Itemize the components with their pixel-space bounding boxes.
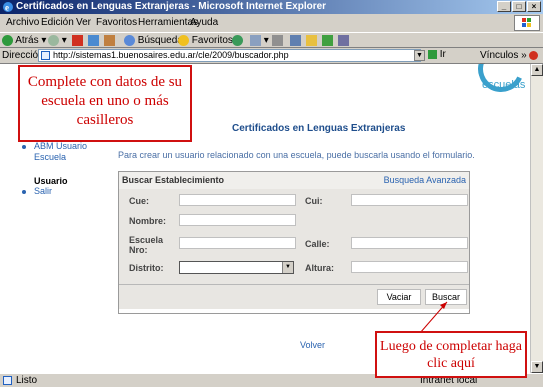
- address-dropdown-button[interactable]: ▼: [414, 50, 425, 61]
- status-text: Listo: [16, 375, 38, 386]
- page-title: Certificados en Lenguas Extranjeras: [232, 123, 406, 134]
- star-icon: [178, 34, 189, 46]
- intro-text: Para crear un usuario relacionado con un…: [118, 150, 475, 160]
- altura-input[interactable]: [351, 261, 468, 273]
- messenger-button[interactable]: [322, 34, 333, 47]
- address-input[interactable]: http://sistemas1.buenosaires.edu.ar/cle/…: [38, 49, 421, 62]
- menu-bar: Archivo Edición Ver Favoritos Herramient…: [0, 14, 543, 32]
- maximize-button[interactable]: □: [512, 1, 526, 12]
- back-arrow-icon: [2, 34, 13, 46]
- back-button[interactable]: Atrás ▾: [2, 34, 46, 47]
- nav-bullet-icon: [22, 145, 26, 149]
- ie-icon: e: [3, 2, 13, 13]
- minimize-button[interactable]: _: [497, 1, 511, 12]
- go-arrow-icon: [428, 49, 437, 59]
- distrito-label: Distrito:: [129, 263, 164, 273]
- menu-edicion[interactable]: Edición: [41, 16, 74, 30]
- distrito-select[interactable]: ▼: [179, 261, 294, 274]
- callout-fill-fields: Complete con datos de su escuela en uno …: [18, 65, 192, 142]
- window-title: Certificados en Lenguas Extranjeras - Mi…: [16, 1, 327, 12]
- scroll-up-arrow-icon[interactable]: ▲: [531, 64, 543, 76]
- search-panel-footer: Vaciar Buscar: [119, 284, 469, 309]
- status-page-icon: [3, 375, 12, 386]
- callout-click-search: Luego de completar haga clic aquí: [375, 331, 527, 378]
- favorites-button[interactable]: Favoritos: [178, 34, 233, 47]
- clear-button[interactable]: Vaciar: [377, 289, 421, 305]
- address-url: http://sistemas1.buenosaires.edu.ar/cle/…: [53, 50, 289, 60]
- search-panel-title: Buscar Establecimiento: [122, 175, 225, 185]
- nombre-label: Nombre:: [129, 216, 167, 226]
- page-icon: [41, 51, 50, 60]
- address-bar: Dirección http://sistemas1.buenosaires.e…: [0, 48, 543, 72]
- go-button[interactable]: Ir: [428, 49, 446, 60]
- addon-icon: [529, 50, 539, 60]
- altura-label: Altura:: [305, 263, 334, 273]
- title-bar: e Certificados en Lenguas Extranjeras - …: [0, 0, 543, 14]
- search-icon: [124, 34, 135, 46]
- escuela-nro-input[interactable]: [179, 237, 296, 249]
- vertical-scrollbar[interactable]: ▲ ▼: [530, 64, 543, 373]
- search-panel: Buscar Establecimiento Busqueda Avanzada…: [118, 171, 470, 314]
- windows-logo-icon: [514, 15, 540, 31]
- back-link[interactable]: Volver: [300, 340, 325, 350]
- svg-text:e: e: [5, 3, 9, 13]
- tools-icon: [338, 34, 349, 46]
- folder-icon: [306, 34, 317, 46]
- escuela-nro-label: Escuela Nro:: [129, 235, 164, 255]
- search-button[interactable]: Búsqueda: [124, 34, 183, 47]
- advanced-search-link[interactable]: Busqueda Avanzada: [384, 175, 466, 185]
- nav-salir[interactable]: Salir: [34, 186, 52, 197]
- menu-ayuda[interactable]: Ayuda: [190, 16, 218, 30]
- stop-icon: [72, 34, 83, 46]
- forward-arrow-icon: [48, 34, 59, 46]
- forward-button[interactable]: ▾: [48, 34, 67, 47]
- history-button[interactable]: [232, 34, 243, 47]
- nav-bullet-icon: [22, 190, 26, 194]
- edit-icon: [290, 34, 301, 46]
- calle-input[interactable]: [351, 237, 468, 249]
- messenger-icon: [322, 34, 333, 46]
- nav-abm-usuario[interactable]: ABM Usuario Escuela: [34, 141, 87, 163]
- history-icon: [232, 34, 243, 46]
- search-submit-button[interactable]: Buscar: [425, 289, 467, 305]
- folder-button[interactable]: [306, 34, 317, 47]
- menu-ver[interactable]: Ver: [76, 16, 91, 30]
- nombre-input[interactable]: [179, 214, 296, 226]
- cue-label: Cue:: [129, 196, 149, 206]
- scroll-down-arrow-icon[interactable]: ▼: [531, 361, 543, 373]
- print-icon: [272, 34, 283, 46]
- stop-button[interactable]: [72, 34, 83, 47]
- edit-button[interactable]: [290, 34, 301, 47]
- search-form: Cue: Cui: Nombre: Escuela Nro: Calle: Di…: [119, 189, 469, 284]
- refresh-button[interactable]: [88, 34, 99, 47]
- chevron-down-icon: ▼: [282, 262, 293, 273]
- print-button[interactable]: [272, 34, 283, 47]
- cui-input[interactable]: [351, 194, 468, 206]
- calle-label: Calle:: [305, 239, 330, 249]
- tools-button[interactable]: [338, 34, 349, 47]
- toolbar: Atrás ▾ ▾ Búsqueda Favoritos ▾: [0, 32, 543, 48]
- mail-icon: [250, 34, 261, 46]
- refresh-icon: [88, 34, 99, 46]
- menu-favoritos[interactable]: Favoritos: [96, 16, 137, 30]
- home-icon: [104, 34, 115, 46]
- logo-text: escuelas: [482, 79, 526, 91]
- close-button[interactable]: ×: [527, 1, 541, 12]
- mail-button[interactable]: ▾: [250, 34, 269, 47]
- search-panel-header: Buscar Establecimiento Busqueda Avanzada: [119, 172, 469, 190]
- cui-label: Cui:: [305, 196, 323, 206]
- home-button[interactable]: [104, 34, 115, 47]
- menu-archivo[interactable]: Archivo: [6, 16, 39, 30]
- nav-section-usuario: Usuario: [34, 176, 68, 186]
- cue-input[interactable]: [179, 194, 296, 206]
